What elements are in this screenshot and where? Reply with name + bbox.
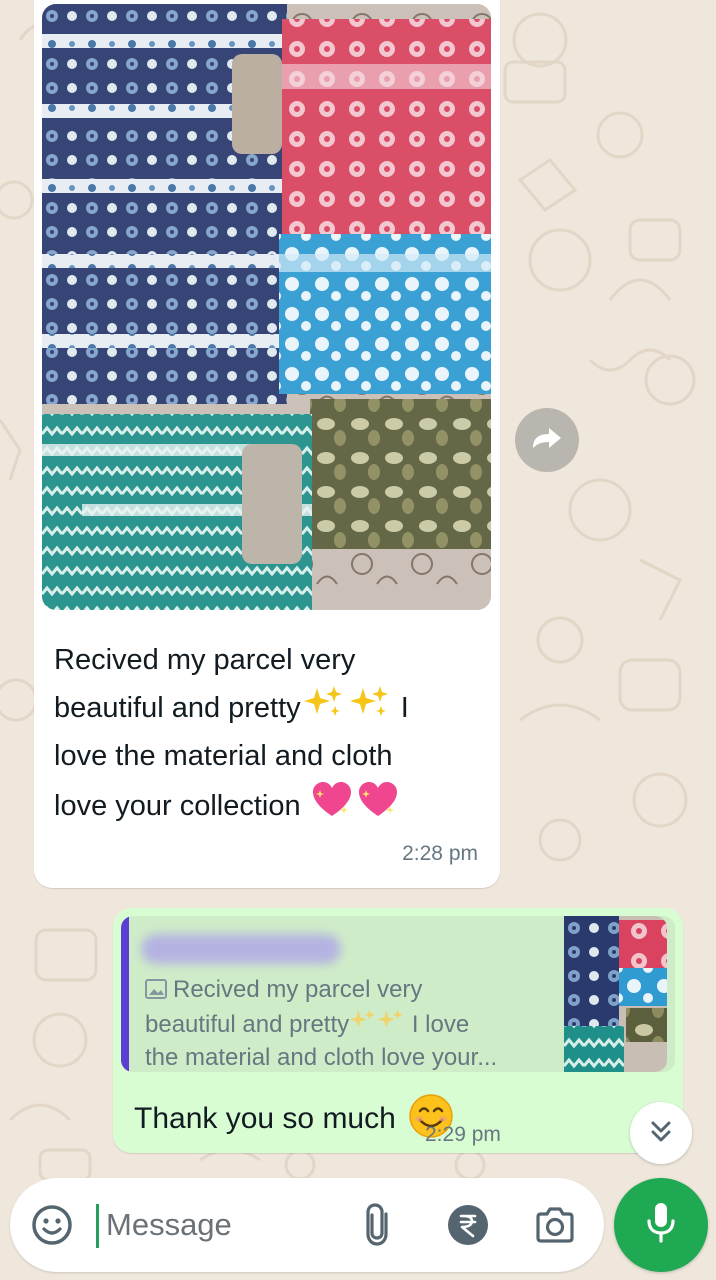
message-timestamp: 2:28 pm (402, 842, 478, 865)
double-chevron-down-icon (647, 1117, 675, 1150)
quoted-author-name-blurred (141, 934, 341, 964)
text-cursor (96, 1204, 99, 1248)
paperclip-icon[interactable] (362, 1202, 398, 1248)
sparkles-icon (349, 1009, 377, 1038)
sparkles-icon (349, 684, 391, 735)
sparkles-icon (303, 684, 345, 735)
outgoing-reply-message[interactable]: Recived my parcel very beautiful and pre… (113, 908, 683, 1153)
caption-line: beautiful and pretty (54, 691, 301, 724)
quoted-image-thumbnail (564, 916, 667, 1072)
quoted-text: Recived my parcel very beautiful and pre… (145, 973, 565, 1072)
quoted-message[interactable]: Recived my parcel very beautiful and pre… (121, 916, 675, 1072)
voice-message-button[interactable] (614, 1178, 708, 1272)
message-input[interactable] (100, 1198, 356, 1252)
quoted-line: beautiful and pretty (145, 1011, 350, 1038)
emoji-icon[interactable] (30, 1203, 74, 1247)
quoted-line: I love (411, 1011, 470, 1038)
camera-icon[interactable] (534, 1205, 576, 1245)
forward-icon (529, 424, 565, 457)
reply-text: Thank you so much (134, 1093, 454, 1147)
caption-line: Recived my parcel very (54, 644, 356, 676)
quoted-line: the material and cloth love your... (145, 1044, 498, 1071)
quoted-line: Recived my parcel very (173, 976, 423, 1003)
image-icon (145, 975, 167, 1008)
caption-line: love the material and cloth (54, 740, 393, 772)
reply-timestamp: 2:29 pm (425, 1123, 501, 1146)
caption-line: I (400, 691, 409, 724)
scroll-to-bottom-button[interactable] (630, 1102, 692, 1164)
reply-text-content: Thank you so much (134, 1101, 396, 1135)
quote-accent-bar (121, 916, 129, 1072)
mic-icon (644, 1201, 678, 1250)
product-photo[interactable] (42, 4, 491, 610)
sparkling-heart-icon (311, 780, 353, 835)
sparkling-heart-icon (357, 780, 399, 835)
rupee-icon[interactable] (446, 1203, 490, 1247)
message-caption: Recived my parcel very beautiful and pre… (54, 638, 484, 834)
sparkles-icon (377, 1009, 405, 1038)
message-composer (10, 1178, 604, 1272)
incoming-image-message[interactable]: Recived my parcel very beautiful and pre… (34, 0, 500, 888)
caption-line: love your collection (54, 789, 301, 822)
forward-button[interactable] (515, 408, 579, 472)
